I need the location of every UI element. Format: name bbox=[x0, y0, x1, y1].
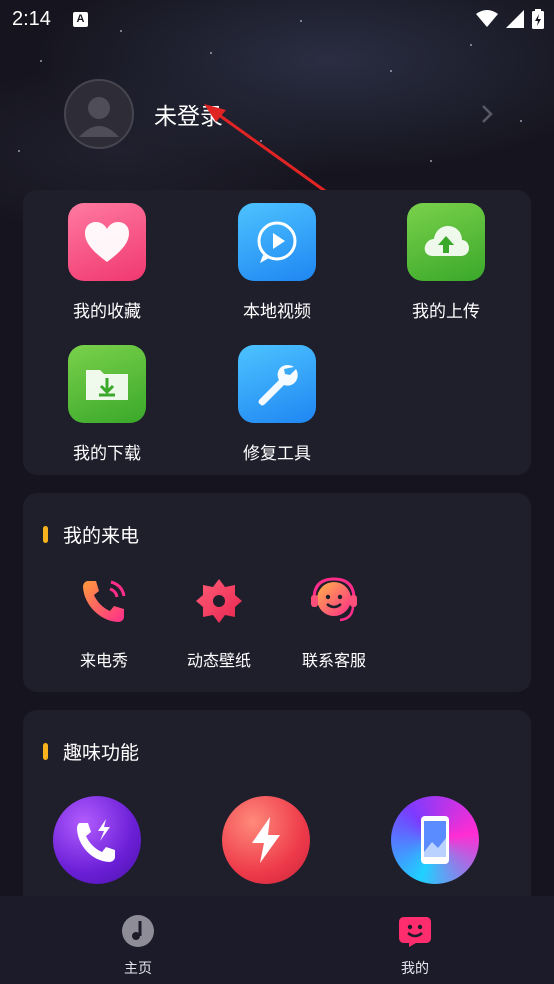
tool-label: 修复工具 bbox=[243, 444, 311, 464]
nav-home[interactable]: 主页 bbox=[78, 896, 198, 984]
fun-item-phone-flash[interactable] bbox=[53, 796, 141, 884]
call-item-label: 动态壁纸 bbox=[186, 651, 251, 670]
section-header: 趣味功能 bbox=[43, 738, 139, 765]
tool-label: 我的下载 bbox=[73, 444, 141, 464]
tool-label: 我的收藏 bbox=[73, 302, 141, 322]
fun-item-phone-wallpaper[interactable] bbox=[391, 796, 479, 884]
tool-favorites[interactable]: 我的收藏 bbox=[47, 203, 167, 322]
nav-mine[interactable]: 我的 bbox=[355, 896, 475, 984]
phone-wallpaper-icon bbox=[421, 816, 449, 864]
wrench-icon bbox=[238, 345, 316, 423]
default-avatar-icon bbox=[79, 97, 119, 137]
tool-label: 本地视频 bbox=[243, 302, 311, 322]
nav-label: 我的 bbox=[401, 961, 429, 977]
lightning-icon bbox=[252, 817, 280, 863]
nav-label: 主页 bbox=[124, 961, 152, 977]
tool-label: 我的上传 bbox=[412, 302, 480, 322]
tool-my-download[interactable]: 我的下载 bbox=[47, 345, 167, 464]
tool-repair[interactable]: 修复工具 bbox=[217, 345, 337, 464]
cloud-upload-icon bbox=[407, 203, 485, 281]
avatar[interactable] bbox=[64, 79, 134, 149]
call-item-label: 联系客服 bbox=[301, 651, 366, 670]
tools-card: 我的收藏 本地视频 我的上传 我的下载 修复工具 bbox=[23, 190, 531, 475]
phone-flash-icon bbox=[77, 819, 115, 862]
call-show-item[interactable]: 来电秀 bbox=[49, 575, 159, 671]
fun-features-card: 趣味功能 bbox=[23, 710, 531, 910]
annotation-arrow bbox=[204, 104, 333, 198]
section-title: 我的来电 bbox=[63, 525, 140, 547]
status-bar: 2:14 A bbox=[0, 0, 554, 38]
phone-ring-icon bbox=[78, 575, 130, 627]
battery-icon bbox=[532, 9, 544, 29]
my-calls-card: 我的来电 来电秀 动态壁纸 联系客服 bbox=[23, 493, 531, 692]
wifi-icon bbox=[476, 10, 498, 27]
section-accent-bar bbox=[43, 743, 48, 760]
smile-face-icon bbox=[399, 917, 431, 947]
section-title: 趣味功能 bbox=[63, 742, 140, 764]
tool-local-video[interactable]: 本地视频 bbox=[217, 203, 337, 322]
tool-my-upload[interactable]: 我的上传 bbox=[386, 203, 506, 322]
section-accent-bar bbox=[43, 526, 48, 543]
headset-icon bbox=[308, 575, 360, 627]
signal-icon bbox=[506, 10, 524, 28]
bottom-navigation: 主页 我的 bbox=[0, 896, 554, 984]
play-chat-icon bbox=[238, 203, 316, 281]
flower-icon bbox=[193, 575, 245, 627]
heart-icon bbox=[68, 203, 146, 281]
status-time: 2:14 bbox=[12, 7, 51, 30]
chevron-right-icon[interactable] bbox=[480, 104, 494, 124]
notification-a-icon: A bbox=[72, 11, 88, 27]
fun-item-lightning[interactable] bbox=[222, 796, 310, 884]
live-wallpaper-item[interactable]: 动态壁纸 bbox=[164, 575, 274, 671]
call-item-label: 来电秀 bbox=[79, 651, 128, 670]
music-note-icon bbox=[122, 915, 154, 947]
folder-download-icon bbox=[68, 345, 146, 423]
customer-service-item[interactable]: 联系客服 bbox=[279, 575, 389, 671]
section-header: 我的来电 bbox=[43, 521, 139, 548]
